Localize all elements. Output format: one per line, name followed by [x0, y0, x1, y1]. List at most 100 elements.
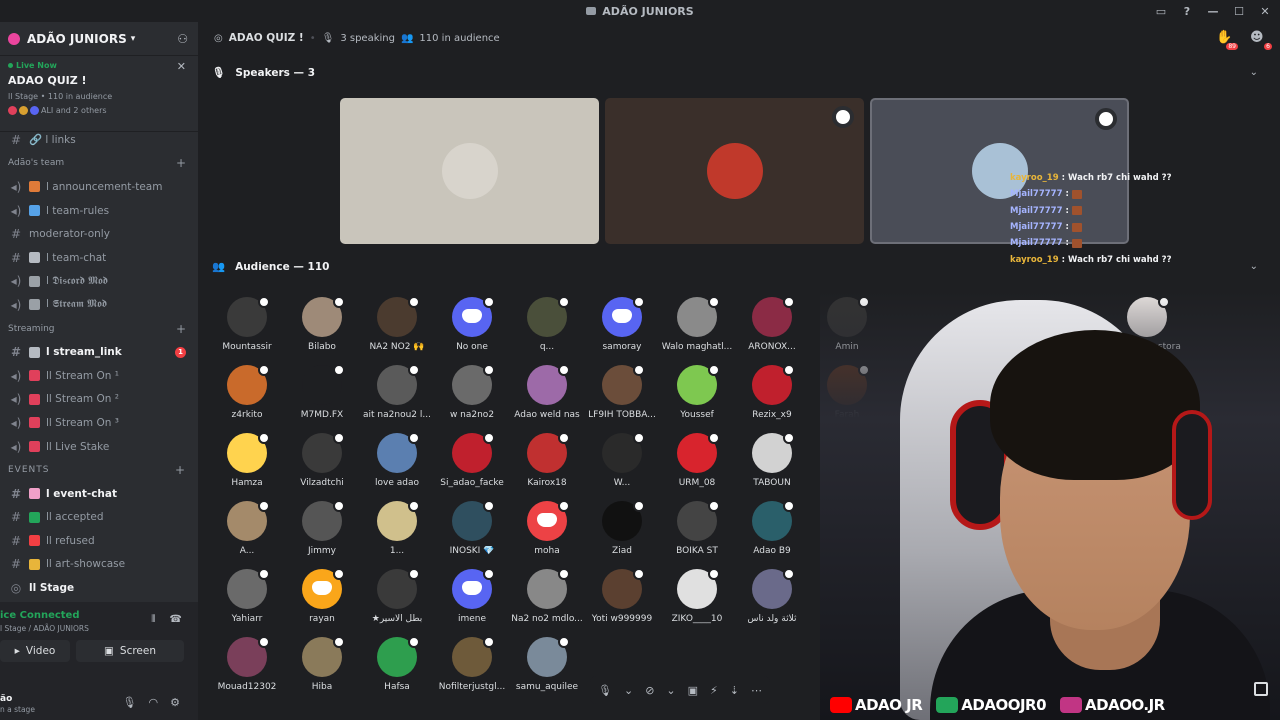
minimize-button[interactable]: —: [1206, 4, 1220, 18]
channel-item[interactable]: ◂) ll Stream On ²: [0, 388, 198, 412]
add-channel-icon[interactable]: +: [176, 156, 186, 170]
raise-hand-icon[interactable]: ✋ 89: [1216, 30, 1238, 50]
help-icon[interactable]: ?: [1180, 4, 1194, 18]
audience-member[interactable]: love adao: [362, 432, 432, 495]
add-member-icon[interactable]: ⚇: [177, 32, 188, 46]
screen-share-icon[interactable]: ▣: [688, 684, 698, 697]
audience-member[interactable]: Youssef: [662, 364, 732, 427]
channel-item[interactable]: # l team-chat: [0, 246, 198, 270]
move-to-audience-icon[interactable]: ⇣: [730, 684, 739, 697]
audience-member[interactable]: 1...: [362, 500, 432, 563]
audience-member[interactable]: samoray: [587, 296, 657, 359]
noise-suppression-icon[interactable]: ⦀: [151, 614, 155, 625]
channel-category[interactable]: Adão's team +: [0, 152, 198, 176]
channel-item[interactable]: # moderator-only: [0, 222, 198, 246]
audience-member[interactable]: NA2 NO2 🙌: [362, 296, 432, 359]
audience-member[interactable]: ثلاثة ولد ناس: [737, 568, 807, 631]
audience-member[interactable]: rayan: [287, 568, 357, 631]
channel-category[interactable]: EVENTS +: [0, 458, 198, 482]
audience-member[interactable]: Ziad: [587, 500, 657, 563]
channel-item[interactable]: ◂) l team-rules: [0, 199, 198, 223]
audience-member[interactable]: INOSKI 💎: [437, 500, 507, 563]
fullscreen-icon[interactable]: [1254, 682, 1268, 696]
chevron-down-icon[interactable]: ⌄: [1250, 67, 1258, 78]
channel-item[interactable]: ◂) l announcement-team: [0, 175, 198, 199]
microphone-icon[interactable]: 🎙: [123, 696, 137, 709]
audience-member[interactable]: URM_08: [662, 432, 732, 495]
audience-member[interactable]: moha: [512, 500, 582, 563]
close-button[interactable]: ✕: [1258, 4, 1272, 18]
audience-member[interactable]: ait na2nou2 l...: [362, 364, 432, 427]
channel-item[interactable]: # ll refused: [0, 529, 198, 553]
channel-item[interactable]: ◂) l 𝕾𝖙𝖗𝖊𝖆𝖒 𝕸𝖔𝖉: [0, 293, 198, 317]
audience-member[interactable]: BOIKA ST: [662, 500, 732, 563]
channel-item[interactable]: ◂) ll Live Stake: [0, 435, 198, 459]
channel-item[interactable]: # l stream_link 1: [0, 340, 198, 364]
live-stage-card[interactable]: Live Now ADAO QUIZ ! ll Stage • 110 in a…: [0, 56, 198, 132]
channel-item[interactable]: ◂) l 𝕯𝖎𝖘𝖈𝖔𝖗𝖉 𝕸𝖔𝖉: [0, 270, 198, 294]
audience-member[interactable]: Na2 no2 mdlo...: [511, 568, 583, 631]
audience-member[interactable]: Yahiarr: [212, 568, 282, 631]
audience-member[interactable]: Si_adao_facke: [437, 432, 507, 495]
audience-member[interactable]: Hiba: [287, 636, 357, 699]
speaker-tile[interactable]: [605, 98, 864, 244]
user-name[interactable]: ão: [0, 694, 12, 704]
audience-member[interactable]: A...: [212, 500, 282, 563]
audience-member[interactable]: z4rkito: [212, 364, 282, 427]
audience-member[interactable]: samu_aquilee: [512, 636, 582, 699]
chevron-down-icon[interactable]: ⌄: [624, 684, 633, 697]
channel-item[interactable]: # l event-chat: [0, 482, 198, 506]
maximize-button[interactable]: ☐: [1232, 4, 1246, 18]
audience-member[interactable]: imene: [437, 568, 507, 631]
add-channel-icon[interactable]: +: [175, 463, 186, 477]
audience-member[interactable]: TABOUN: [737, 432, 807, 495]
inbox-icon[interactable]: ▭: [1154, 4, 1168, 18]
audience-member[interactable]: W...: [587, 432, 657, 495]
settings-gear-icon[interactable]: ⚙: [170, 696, 180, 709]
audience-member[interactable]: M7MD.FX: [287, 364, 357, 427]
more-icon[interactable]: ⋯: [751, 684, 762, 697]
audience-member[interactable]: LF9IH TOBBA...: [587, 364, 657, 427]
audience-member[interactable]: Mouad12302: [212, 636, 282, 699]
video-off-icon[interactable]: ⊘: [645, 684, 654, 697]
audience-member[interactable]: No one: [437, 296, 507, 359]
audience-member[interactable]: Vilzadtchi: [287, 432, 357, 495]
activity-icon[interactable]: ⚡: [710, 684, 718, 697]
channel-item[interactable]: # ll art-showcase: [0, 553, 198, 577]
channel-item[interactable]: ◎ ll Stage: [0, 576, 198, 600]
channel-item[interactable]: ◂) ll Stream On ³: [0, 411, 198, 435]
screen-share-button[interactable]: ▣ Screen: [76, 640, 184, 662]
audience-member[interactable]: Rezix_x9: [737, 364, 807, 427]
disconnect-icon[interactable]: ☎: [170, 614, 182, 625]
channel-item[interactable]: # 🔗 l links: [0, 128, 198, 152]
audience-member[interactable]: ARONOX...: [737, 296, 807, 359]
audience-member[interactable]: q...: [512, 296, 582, 359]
audience-member[interactable]: Hafsa: [362, 636, 432, 699]
audience-member[interactable]: Yoti w999999: [587, 568, 657, 631]
audience-member[interactable]: Bilabo: [287, 296, 357, 359]
audience-member[interactable]: Adao weld nas: [512, 364, 582, 427]
audience-member[interactable]: w na2no2: [437, 364, 507, 427]
close-icon[interactable]: ✕: [177, 60, 186, 73]
audience-member[interactable]: Nofilterjustgl...: [437, 636, 507, 699]
server-header[interactable]: ADÃO JUNIORS ▾ ⚇: [0, 22, 198, 56]
notifications-icon[interactable]: ☻ 6: [1250, 30, 1272, 50]
video-button[interactable]: ▸ Video: [0, 640, 70, 662]
audience-member[interactable]: Mountassir: [212, 296, 282, 359]
audience-member[interactable]: Kairox18: [512, 432, 582, 495]
channel-item[interactable]: # ll accepted: [0, 506, 198, 530]
audience-member[interactable]: Adao B9: [737, 500, 807, 563]
channel-item[interactable]: ◂) ll Stream On ¹: [0, 364, 198, 388]
chevron-down-icon[interactable]: ⌄: [666, 684, 675, 697]
audience-member[interactable]: Walo maghatl...: [662, 296, 732, 359]
audience-member[interactable]: ZIKO____10: [662, 568, 732, 631]
microphone-icon[interactable]: 🎙: [598, 684, 612, 697]
audience-member[interactable]: Jimmy: [287, 500, 357, 563]
channel-category[interactable]: Streaming +: [0, 317, 198, 341]
audience-member[interactable]: ★بطل الاسير: [362, 568, 432, 631]
audience-member[interactable]: Hamza: [212, 432, 282, 495]
add-channel-icon[interactable]: +: [176, 322, 186, 336]
speaker-tile[interactable]: [340, 98, 599, 244]
headphones-icon[interactable]: ◠: [149, 696, 159, 709]
voice-channel[interactable]: l Stage / ADÃO JUNIORS: [0, 624, 89, 633]
